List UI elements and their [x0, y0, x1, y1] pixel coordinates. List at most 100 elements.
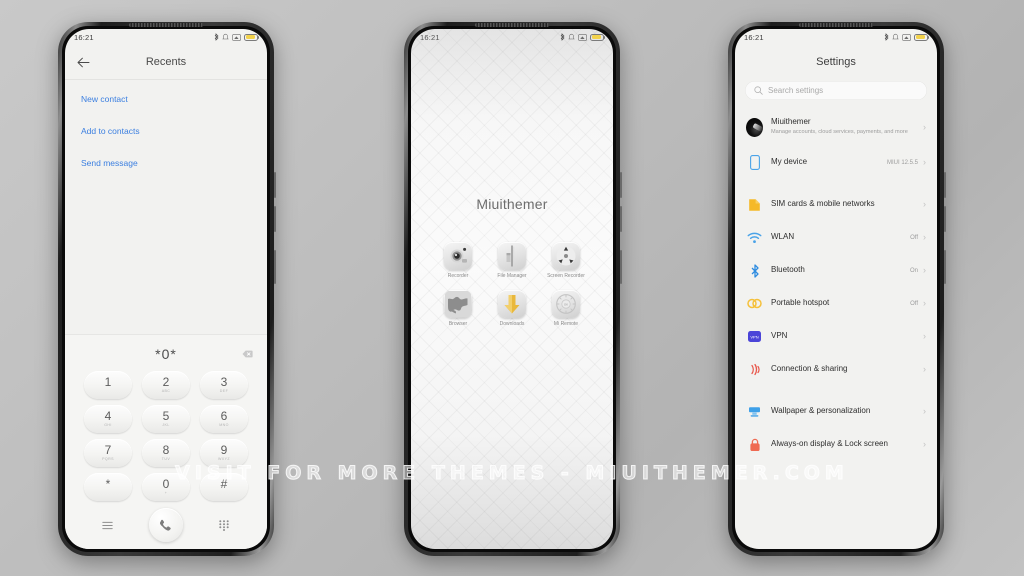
dialed-number[interactable]: *0*: [155, 346, 177, 362]
new-contact-link[interactable]: New contact: [81, 94, 251, 104]
status-time: 16:21: [74, 32, 94, 42]
status-time: 16:21: [420, 32, 440, 42]
settings-row-label: VPN: [771, 331, 788, 341]
dialer-spacer: [65, 190, 267, 334]
key-star[interactable]: *: [84, 473, 132, 501]
app-screen-recorder[interactable]: Screen Recorder: [539, 242, 593, 280]
key-1[interactable]: 1: [84, 371, 132, 399]
settings-group-divider: [735, 386, 937, 395]
volume-up-button[interactable]: [620, 172, 622, 198]
earpiece-grille-icon: [475, 23, 549, 27]
device-icon: [746, 155, 763, 170]
key-4[interactable]: 4 GHI: [84, 405, 132, 433]
app-mi-remote[interactable]: OK Mi Remote: [539, 290, 593, 328]
volume-down-button[interactable]: [620, 206, 622, 232]
key-label: 1: [104, 375, 112, 390]
key-6[interactable]: 6 MNO: [200, 405, 248, 433]
settings-row-bluetooth[interactable]: Bluetooth On ›: [735, 254, 937, 287]
settings-row-my-device[interactable]: My device MIUI 12.5.5 ›: [735, 146, 937, 179]
screenshot-status-icon: [232, 33, 241, 41]
power-button[interactable]: [274, 250, 276, 284]
recorder-icon: [444, 242, 472, 271]
key-8[interactable]: 8 TUV: [142, 439, 190, 467]
app-label: Screen Recorder: [547, 273, 585, 280]
settings-row-wlan[interactable]: WLAN Off ›: [735, 221, 937, 254]
app-recorder[interactable]: Recorder: [431, 242, 485, 280]
power-button[interactable]: [944, 250, 946, 284]
chevron-right-icon: ›: [923, 406, 926, 416]
downloads-arrow-icon: [498, 290, 526, 318]
home-content: Miuithemer Recorder File Manager Screen …: [411, 45, 613, 549]
key-sublabel: GHI: [104, 422, 112, 427]
key-label: #: [220, 477, 228, 492]
settings-row-text: My device: [771, 157, 887, 168]
chevron-right-icon: ›: [923, 331, 926, 341]
screenshot-status-icon: [902, 33, 911, 41]
volume-down-button[interactable]: [274, 206, 276, 232]
key-label: *: [105, 477, 111, 492]
key-sublabel: WXYZ: [218, 456, 230, 461]
key-7[interactable]: 7 PQRS: [84, 439, 132, 467]
key-label: 6: [220, 409, 228, 424]
phone-call-icon[interactable]: [148, 508, 183, 542]
settings-row-account[interactable]: Miuithemer Manage accounts, cloud servic…: [735, 108, 937, 146]
app-browser[interactable]: Browser: [431, 290, 485, 328]
hamburger-menu-icon[interactable]: [100, 517, 116, 533]
volume-up-button[interactable]: [944, 172, 946, 198]
keypad-grid-icon[interactable]: [216, 517, 232, 533]
status-icons: [560, 33, 606, 41]
volume-down-button[interactable]: [944, 206, 946, 232]
key-2[interactable]: 2 ABC: [142, 371, 190, 399]
dialpad-keys: 1 2 ABC 3 DEF 4 GHI 5 JKL 6 MNO 7 PQRS 8 TUV 9W…: [65, 367, 267, 501]
settings-row-connection-sharing[interactable]: Connection & sharing ›: [735, 353, 937, 386]
settings-row-vpn[interactable]: VPN VPN ›: [735, 320, 937, 353]
settings-row-text: Bluetooth: [771, 265, 910, 276]
key-sublabel: PQRS: [102, 456, 114, 461]
phone-bezel: 16:21 Settings Search settings Miuitheme…: [732, 23, 940, 552]
vpn-icon: VPN: [746, 331, 763, 342]
settings-row-value: Off: [910, 234, 918, 241]
key-sublabel: ABC: [161, 388, 171, 393]
search-input[interactable]: Search settings: [745, 81, 927, 100]
chevron-right-icon: ›: [923, 121, 926, 132]
back-arrow-icon[interactable]: [75, 54, 91, 70]
key-label: 3: [220, 375, 228, 390]
screen-recorder-icon: [552, 242, 580, 271]
backspace-icon[interactable]: [242, 345, 253, 363]
wifi-icon: [746, 232, 763, 244]
settings-row-label: Always-on display & Lock screen: [771, 439, 888, 449]
key-hash[interactable]: #: [200, 473, 248, 501]
chevron-right-icon: ›: [923, 232, 926, 242]
add-to-contacts-link[interactable]: Add to contacts: [81, 126, 251, 136]
dialer-keypad-area: *0* 1 2 ABC 3 DEF 4 GHI 5 JKL 6 MNO 7 PQRS 8 TU…: [65, 334, 267, 549]
key-0[interactable]: 0 +: [142, 473, 190, 501]
app-label: Downloads: [499, 321, 525, 327]
key-9[interactable]: 9 WXYZ: [200, 439, 248, 467]
key-3[interactable]: 3 DEF: [200, 371, 248, 399]
page-title: Settings: [816, 56, 856, 68]
earpiece-grille-icon: [129, 23, 203, 27]
settings-row-label: WLAN: [771, 232, 795, 242]
volume-up-button[interactable]: [274, 172, 276, 198]
settings-row-label: Connection & sharing: [771, 364, 848, 374]
settings-row-label: Portable hotspot: [771, 298, 830, 308]
key-5[interactable]: 5 JKL: [142, 405, 190, 433]
settings-row-sim-cards[interactable]: SIM cards & mobile networks ›: [735, 188, 937, 221]
status-icons: [884, 33, 930, 41]
settings-row-lock-screen[interactable]: Always-on display & Lock screen ›: [735, 428, 937, 461]
app-file-manager[interactable]: File Manager: [485, 242, 539, 280]
settings-row-label: SIM cards & mobile networks: [771, 199, 875, 209]
chevron-right-icon: ›: [923, 364, 926, 374]
search-icon: [754, 86, 763, 95]
settings-row-value: MIUI 12.5.5: [886, 159, 918, 166]
settings-row-text: WLAN: [771, 232, 910, 243]
key-label: 9: [220, 443, 228, 458]
status-bar: 16:21: [65, 29, 267, 45]
send-message-link[interactable]: Send message: [81, 158, 251, 168]
app-downloads[interactable]: Downloads: [485, 290, 539, 328]
key-label: 7: [104, 443, 112, 458]
power-button[interactable]: [620, 250, 622, 284]
dialer-action-links: New contact Add to contacts Send message: [65, 80, 267, 190]
settings-row-wallpaper[interactable]: Wallpaper & personalization ›: [735, 395, 937, 428]
settings-row-portable-hotspot[interactable]: Portable hotspot Off ›: [735, 287, 937, 320]
